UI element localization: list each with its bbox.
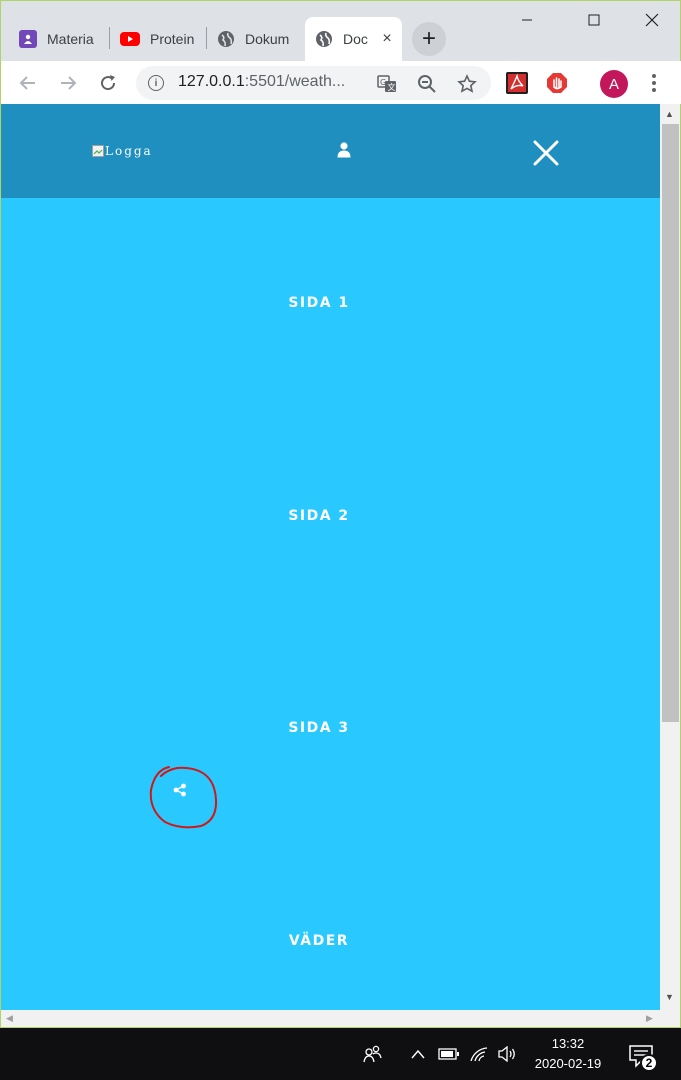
site-header: Logga <box>1 104 660 198</box>
forward-arrow-icon[interactable] <box>53 68 83 98</box>
browser-chrome: Materia Protein Dokum Doc × + i 127.0.0.… <box>0 0 681 105</box>
svg-text:文: 文 <box>388 82 396 92</box>
tab-materia[interactable]: Materia <box>9 17 109 61</box>
maximize-icon[interactable] <box>571 5 617 35</box>
people-icon[interactable] <box>362 1044 384 1064</box>
menu-link-vader[interactable]: VÄDER <box>1 933 637 949</box>
clock-time: 13:32 <box>551 1036 585 1051</box>
svg-text:G: G <box>380 78 386 87</box>
logo-image[interactable]: Logga <box>92 144 153 158</box>
menu-link-sida-3[interactable]: SIDA 3 <box>1 720 637 736</box>
share-icon[interactable] <box>173 783 187 797</box>
close-menu-icon[interactable] <box>533 140 559 166</box>
menu-link-sida-1[interactable]: SIDA 1 <box>1 295 637 311</box>
profile-avatar[interactable]: A <box>600 70 628 98</box>
new-tab-button[interactable]: + <box>412 22 446 56</box>
adblock-extension-icon[interactable] <box>546 72 568 94</box>
scrollbar-thumb[interactable] <box>662 124 679 722</box>
logo-alt-text: Logga <box>105 144 153 158</box>
browser-menu-icon[interactable] <box>644 70 664 96</box>
window-close-icon[interactable] <box>629 5 675 35</box>
close-tab-icon[interactable]: × <box>377 30 397 48</box>
minimize-icon[interactable] <box>504 5 550 35</box>
tab-title: Materia <box>47 31 94 47</box>
youtube-icon <box>120 32 140 46</box>
chevron-up-icon[interactable] <box>410 1044 426 1064</box>
scroll-left-arrow-icon[interactable]: ◀ <box>6 1013 13 1024</box>
clock-date: 2020-02-19 <box>534 1056 602 1071</box>
translate-icon[interactable]: 文G <box>376 73 398 95</box>
site-info-icon[interactable]: i <box>148 75 164 91</box>
broken-image-icon <box>92 145 104 157</box>
url-text: 127.0.0.1:5501/weath... <box>178 73 346 90</box>
user-icon[interactable] <box>337 142 351 158</box>
tab-protein[interactable]: Protein <box>110 17 206 61</box>
page-viewport: Logga SIDA 1 SIDA 2 SIDA 3 VÄDER <box>0 104 660 1010</box>
tab-title: Dokum <box>245 31 290 47</box>
classroom-icon <box>19 30 37 48</box>
back-arrow-icon[interactable] <box>13 68 43 98</box>
pdf-extension-icon[interactable] <box>506 72 528 94</box>
scroll-down-arrow-icon[interactable]: ▼ <box>665 992 674 1002</box>
vertical-scrollbar[interactable]: ▲ ▼ <box>660 104 681 1010</box>
menu-link-sida-2[interactable]: SIDA 2 <box>1 508 637 524</box>
notification-count-badge: 2 <box>640 1054 658 1072</box>
battery-icon[interactable] <box>438 1044 460 1064</box>
reload-icon[interactable] <box>93 68 123 98</box>
globe-icon <box>315 30 333 48</box>
volume-icon[interactable] <box>497 1044 517 1064</box>
tab-strip: Materia Protein Dokum Doc × + <box>1 1 681 61</box>
tab-doc-active[interactable]: Doc × <box>305 17 402 61</box>
horizontal-scrollbar[interactable]: ◀ ▶ <box>0 1010 681 1028</box>
tab-title: Doc <box>343 31 368 47</box>
scroll-up-arrow-icon[interactable]: ▲ <box>665 109 674 119</box>
wifi-icon[interactable] <box>469 1044 489 1064</box>
system-clock[interactable]: 13:32 2020-02-19 <box>522 1034 614 1074</box>
bookmark-star-icon[interactable] <box>456 73 478 95</box>
address-bar[interactable]: i 127.0.0.1:5501/weath... 文G <box>136 66 491 100</box>
windows-taskbar: 13:32 2020-02-19 2 <box>0 1028 681 1080</box>
tab-title: Protein <box>150 31 195 47</box>
zoom-out-icon[interactable] <box>416 73 438 95</box>
share-annotation <box>147 762 221 830</box>
browser-toolbar: i 127.0.0.1:5501/weath... 文G A <box>1 61 681 105</box>
scroll-right-arrow-icon[interactable]: ▶ <box>646 1013 653 1024</box>
tab-dokum[interactable]: Dokum <box>207 17 303 61</box>
globe-icon <box>217 30 235 48</box>
